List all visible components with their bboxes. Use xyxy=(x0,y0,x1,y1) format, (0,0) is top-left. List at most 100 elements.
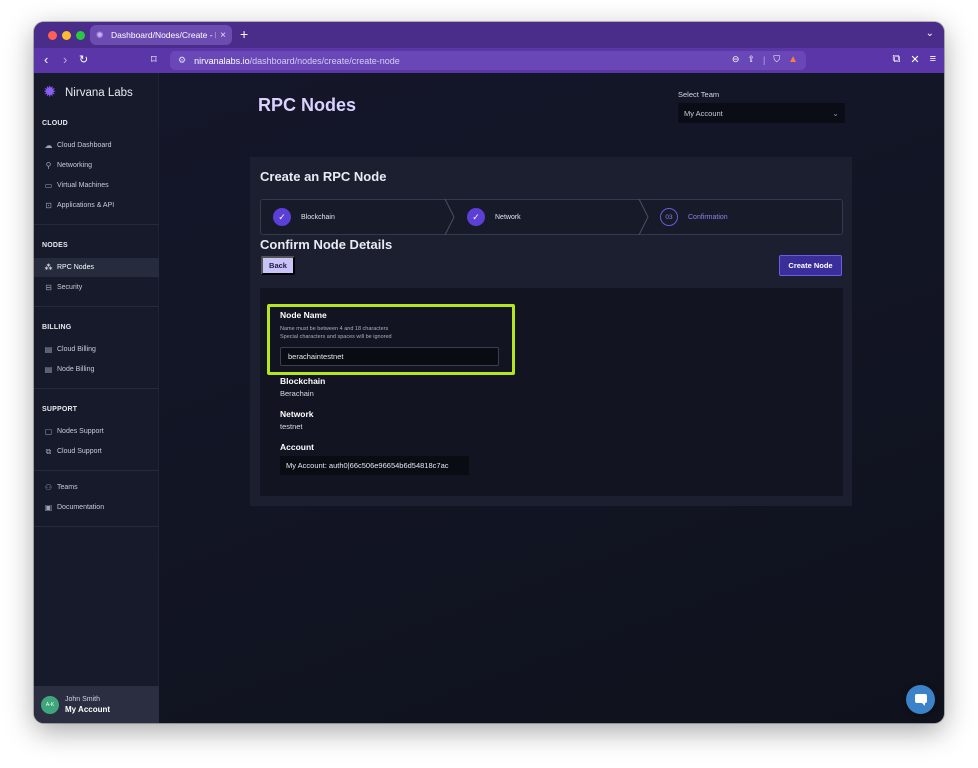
blockchain-label: Blockchain xyxy=(280,376,326,386)
sidebar-item-cloud-support[interactable]: ⧉ Cloud Support xyxy=(34,442,159,461)
sidebar-divider xyxy=(34,306,159,307)
step-network[interactable]: ✓ Network xyxy=(467,200,521,234)
sidebar-item-virtual-machines[interactable]: ▭ Virtual Machines xyxy=(34,176,159,195)
sidebar-item-cloud-billing[interactable]: ▤ Cloud Billing xyxy=(34,340,159,359)
new-tab-button[interactable]: + xyxy=(240,26,248,42)
confirm-details-title: Confirm Node Details xyxy=(260,237,393,252)
check-icon: ✓ xyxy=(467,208,485,226)
network-value: testnet xyxy=(280,422,303,431)
team-icon: ⚇ xyxy=(44,483,53,492)
sidebar-divider xyxy=(34,526,159,527)
step-blockchain[interactable]: ✓ Blockchain xyxy=(273,200,335,234)
sidebar-item-cloud-dashboard[interactable]: ☁ Cloud Dashboard xyxy=(34,136,159,155)
team-select-value: My Account xyxy=(684,108,723,118)
sidebar-item-rpc-nodes[interactable]: ⁂ RPC Nodes xyxy=(34,258,159,277)
tab-close-icon[interactable]: × xyxy=(220,30,226,41)
sidebar-item-applications-api[interactable]: ⊡ Applications & API xyxy=(34,196,159,215)
sidebar-divider xyxy=(34,388,159,389)
reload-icon[interactable]: ↻ xyxy=(79,52,88,68)
url-host: nirvanalabs.io xyxy=(194,55,250,66)
url-text: nirvanalabs.io/dashboard/nodes/create/cr… xyxy=(194,56,400,66)
brave-rewards-icon[interactable]: ▲ xyxy=(788,54,798,65)
bookmark-icon[interactable]: ⌑ xyxy=(151,53,157,66)
user-info: John Smith My Account xyxy=(65,696,110,714)
share-icon[interactable]: ⇪ xyxy=(747,54,755,65)
sidebar-item-label: Virtual Machines xyxy=(57,182,109,189)
tab-list-chevron-icon[interactable]: ⌄ xyxy=(926,28,934,39)
sidebar-item-label: Security xyxy=(57,284,83,291)
sidebar-item-networking[interactable]: ⚲ Networking xyxy=(34,156,159,175)
zoom-window-button[interactable] xyxy=(76,31,85,40)
sidebar-item-label: Nodes Support xyxy=(57,428,104,435)
user-menu[interactable]: A-K John Smith My Account xyxy=(34,686,159,723)
node-name-input[interactable]: berachaintestnet xyxy=(280,347,499,366)
address-divider: | xyxy=(762,54,766,65)
sidebar-item-label: RPC Nodes xyxy=(57,264,94,271)
sidebar-item-node-billing[interactable]: ▤ Node Billing xyxy=(34,360,159,379)
book-icon: ▣ xyxy=(44,503,53,512)
step-confirmation[interactable]: 03 Confirmation xyxy=(660,200,728,234)
sidebar-item-label: Cloud Dashboard xyxy=(57,142,112,149)
shield-icon: ⊟ xyxy=(45,283,52,292)
user-name: John Smith xyxy=(65,695,101,703)
nodes-icon: ⁂ xyxy=(44,263,53,272)
receipt-icon: ▤ xyxy=(44,345,53,354)
sidebar-item-label: Cloud Support xyxy=(57,448,102,455)
team-select[interactable]: My Account ⌄ xyxy=(678,103,845,123)
step-separator-icon xyxy=(638,199,649,235)
browser-tab[interactable]: ✺ Dashboard/Nodes/Create - N × xyxy=(90,25,232,45)
chat-support-button[interactable] xyxy=(906,685,935,714)
account-value: My Account: auth0|66c506e96654b6d54818c7… xyxy=(280,456,469,475)
site-settings-icon[interactable]: ⚙ xyxy=(178,55,186,66)
section-cloud: CLOUD xyxy=(42,120,68,127)
step-label: Confirmation xyxy=(688,213,728,221)
step-label: Blockchain xyxy=(301,213,335,221)
sidebar-item-documentation[interactable]: ▣ Documentation xyxy=(34,498,159,517)
brand-logo[interactable]: ✹ Nirvana Labs xyxy=(43,85,133,101)
section-nodes: NODES xyxy=(42,242,68,249)
chat-icon xyxy=(914,693,927,706)
back-button[interactable]: Back xyxy=(261,256,295,275)
node-name-hint: Special characters and spaces will be ig… xyxy=(280,334,392,340)
sidebar-item-label: Networking xyxy=(57,162,93,169)
section-support: SUPPORT xyxy=(42,406,78,413)
address-bar[interactable]: ⚙ nirvanalabs.io/dashboard/nodes/create/… xyxy=(170,51,806,70)
sidebar: ✹ Nirvana Labs CLOUD ☁ Cloud Dashboard ⚲ N… xyxy=(34,73,159,723)
sidebar-item-label: Applications & API xyxy=(57,202,115,209)
step-label: Network xyxy=(495,213,521,221)
tab-title: Dashboard/Nodes/Create - N xyxy=(111,30,217,40)
menu-icon[interactable]: ≡ xyxy=(930,53,936,66)
lock-icon: ⊡ xyxy=(45,201,52,210)
sidebar-item-teams[interactable]: ⚇ Teams xyxy=(34,478,159,497)
browser-window: ✺ Dashboard/Nodes/Create - N × + ⌄ ‹ › ↻… xyxy=(34,22,944,723)
node-name-label: Node Name xyxy=(280,310,327,320)
nirvana-logo-icon: ✹ xyxy=(43,84,57,101)
tab-bar: ✺ Dashboard/Nodes/Create - N × + ⌄ xyxy=(34,22,944,48)
account-label: Account xyxy=(280,442,314,452)
close-window-button[interactable] xyxy=(48,31,57,40)
back-icon[interactable]: ‹ xyxy=(44,52,48,68)
favicon-icon: ✺ xyxy=(96,29,104,40)
page-title: RPC Nodes xyxy=(258,95,357,115)
progress-stepper: ✓ Blockchain ✓ Network 03 Confirmation xyxy=(260,199,843,235)
network-icon: ⚲ xyxy=(45,161,52,170)
step-separator-icon xyxy=(444,199,455,235)
url-path: /dashboard/nodes/create/create-node xyxy=(249,55,400,66)
sidebar-item-security[interactable]: ⊟ Security xyxy=(34,278,159,297)
sidebar-item-nodes-support[interactable]: ▢ Nodes Support xyxy=(34,422,159,441)
brave-shield-icon[interactable]: ⛉ xyxy=(773,54,780,65)
chevron-down-icon: ⌄ xyxy=(832,108,839,118)
sidebar-item-label: Documentation xyxy=(57,504,105,511)
invoice-icon: ▤ xyxy=(44,365,53,374)
sidebar-item-label: Cloud Billing xyxy=(57,346,96,353)
wallet-icon[interactable]: ✕ xyxy=(910,53,919,66)
brand-name: Nirvana Labs xyxy=(65,87,133,99)
support-icon: ▢ xyxy=(44,427,53,436)
forward-icon[interactable]: › xyxy=(63,52,67,68)
create-node-button[interactable]: Create Node xyxy=(779,255,842,276)
team-select-label: Select Team xyxy=(678,90,720,99)
extensions-icon[interactable]: ⧉ xyxy=(893,53,901,66)
minimize-window-button[interactable] xyxy=(62,31,71,40)
zoom-icon[interactable]: ⊖ xyxy=(732,54,740,65)
support-ticket-icon: ⧉ xyxy=(45,446,52,456)
